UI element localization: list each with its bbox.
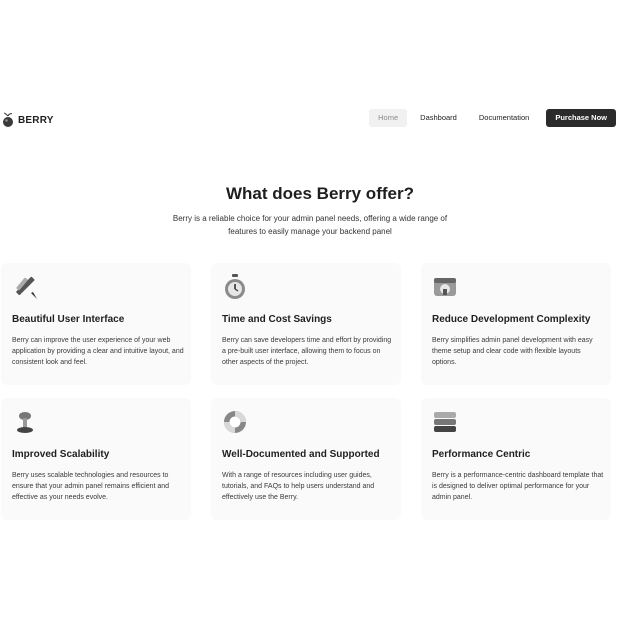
- nav-home[interactable]: Home: [369, 109, 408, 127]
- brand[interactable]: BERRY: [2, 108, 54, 132]
- main-nav: Home Dashboard Documentation Purchase No…: [369, 109, 616, 127]
- feature-description: Berry can save developers time and effor…: [222, 337, 392, 366]
- feature-card: Reduce Development Complexity Berry simp…: [421, 263, 611, 385]
- theme-window-icon: [431, 273, 459, 301]
- stopwatch-icon: [221, 273, 249, 301]
- feature-title: Time and Cost Savings: [222, 314, 332, 325]
- feature-card: Well-Documented and Supported With a ran…: [211, 398, 401, 520]
- lifebuoy-icon: [221, 408, 249, 436]
- feature-card: Performance Centric Berry is a performan…: [421, 398, 611, 520]
- purchase-now-button[interactable]: Purchase Now: [546, 109, 616, 127]
- feature-title: Well-Documented and Supported: [222, 449, 380, 460]
- top-navbar: BERRY Home Dashboard Documentation Purch…: [0, 104, 640, 136]
- brand-name: BERRY: [18, 114, 54, 126]
- stack-icon: [431, 408, 459, 436]
- feature-card: Beautiful User Interface Berry can impro…: [1, 263, 191, 385]
- nav-documentation[interactable]: Documentation: [470, 109, 538, 127]
- feature-description: Berry simplifies admin panel development…: [432, 337, 593, 366]
- feature-title: Performance Centric: [432, 449, 531, 460]
- feature-title: Beautiful User Interface: [12, 314, 125, 325]
- design-tools-icon: [11, 273, 39, 301]
- feature-card: Time and Cost Savings Berry can save dev…: [211, 263, 401, 385]
- nav-dashboard[interactable]: Dashboard: [411, 109, 466, 127]
- feature-title: Improved Scalability: [12, 449, 110, 460]
- feature-description: Berry can improve the user experience of…: [12, 337, 184, 366]
- berry-logo-icon: [2, 112, 14, 128]
- feature-description: Berry uses scalable technologies and res…: [12, 472, 170, 501]
- section-title: What does Berry offer?: [226, 184, 414, 203]
- feature-title: Reduce Development Complexity: [432, 314, 591, 325]
- scalability-icon: [11, 408, 39, 436]
- section-subtitle: Berry is a reliable choice for your admi…: [172, 214, 448, 236]
- landing-page: BERRY Home Dashboard Documentation Purch…: [0, 0, 640, 640]
- feature-description: Berry is a performance-centric dashboard…: [432, 472, 604, 501]
- feature-description: With a range of resources including user…: [222, 472, 375, 501]
- feature-card: Improved Scalability Berry uses scalable…: [1, 398, 191, 520]
